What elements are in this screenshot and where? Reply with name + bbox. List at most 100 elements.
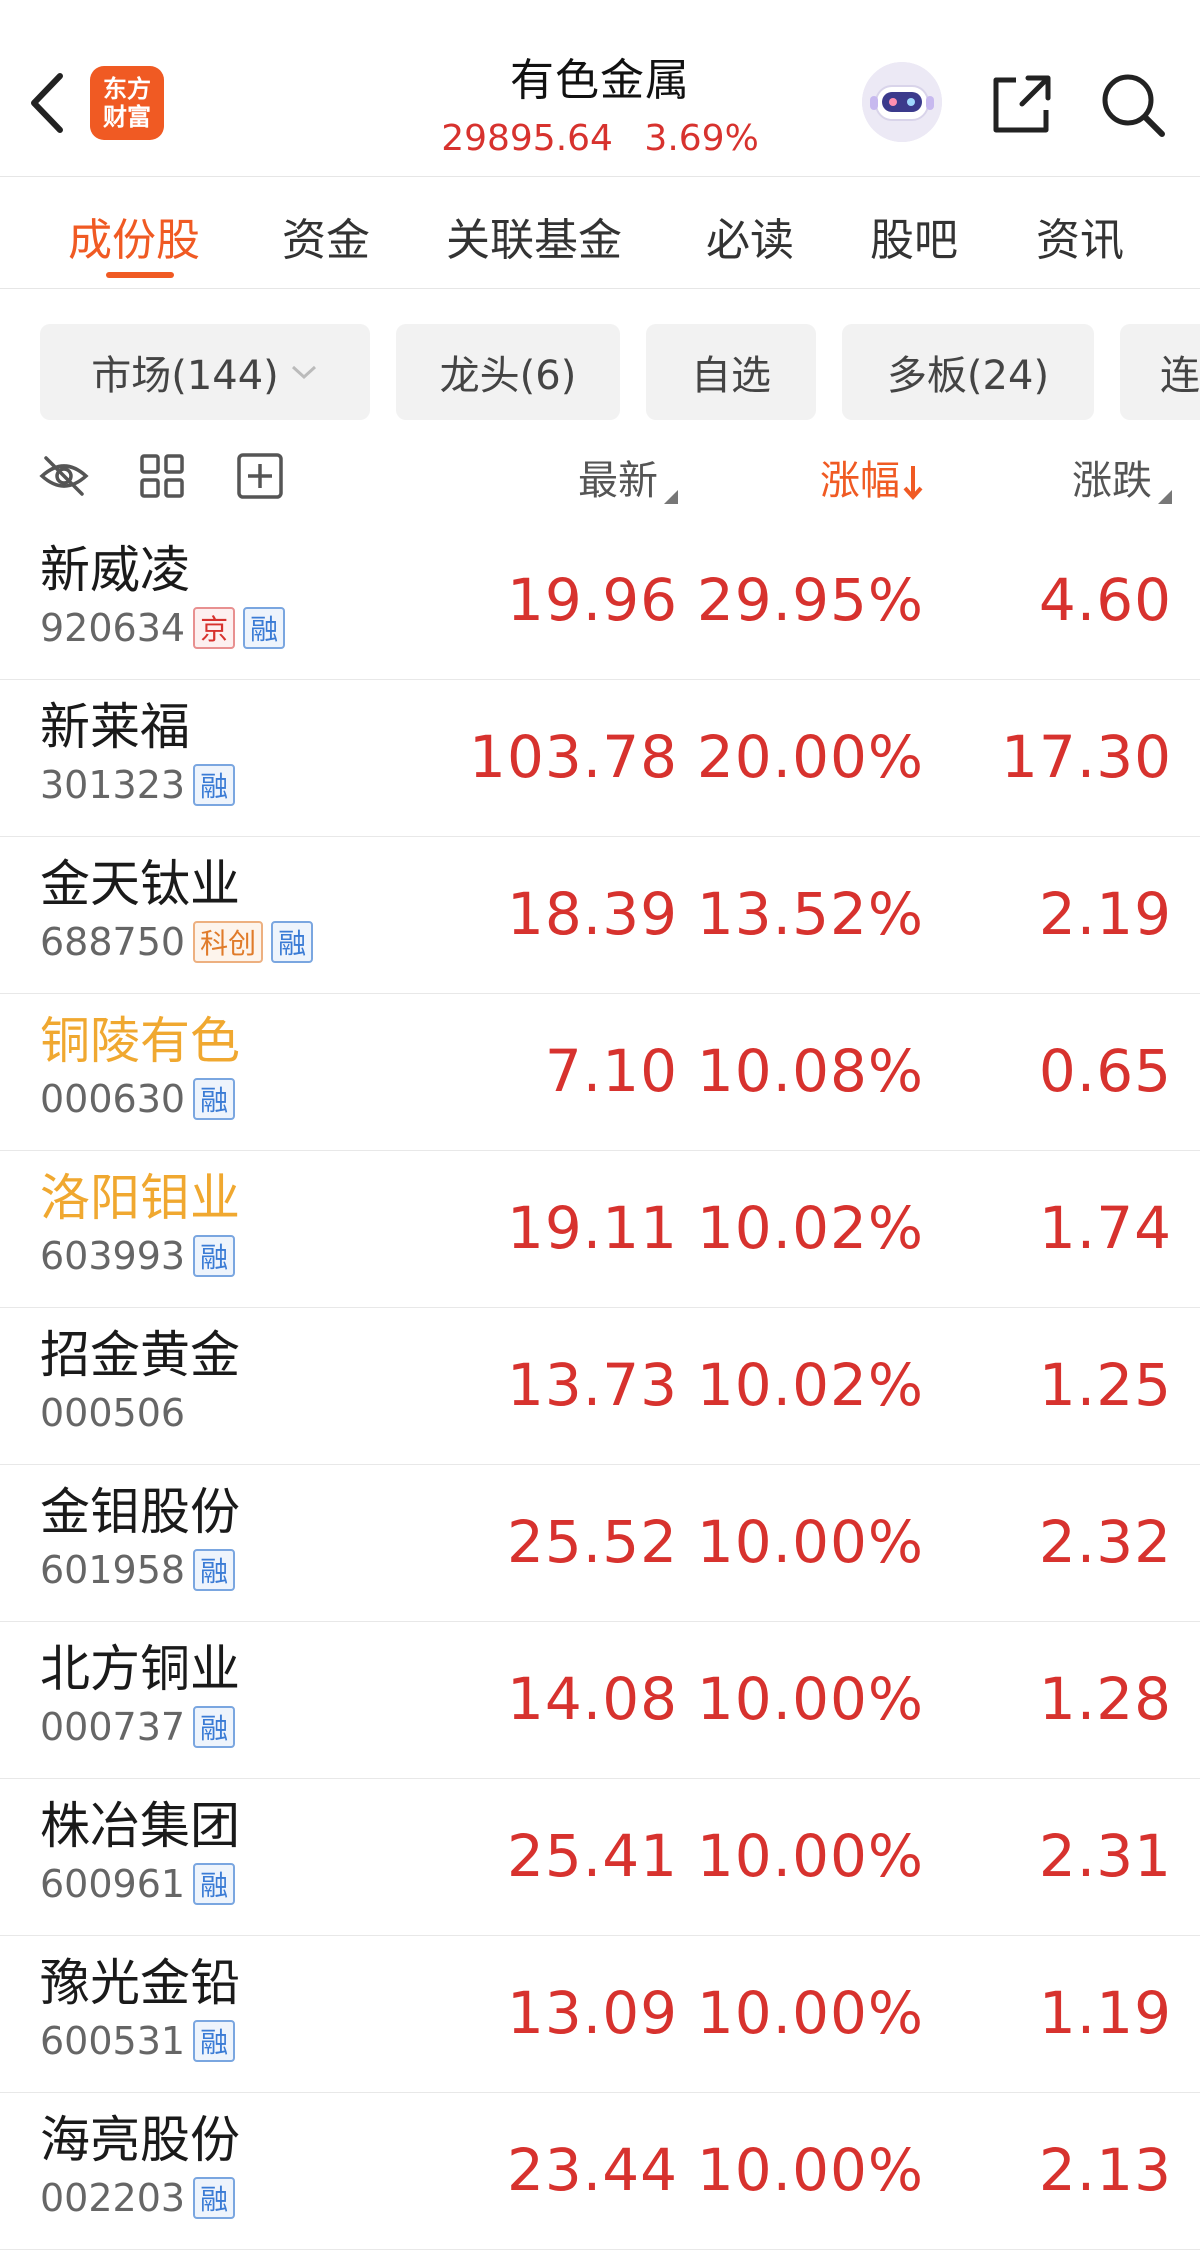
margin-tag: 融 bbox=[193, 1706, 236, 1748]
table-row[interactable]: 新威凌 920634 京融 19.96 29.95% 4.60 bbox=[0, 522, 1200, 680]
margin-tag: 融 bbox=[193, 764, 236, 806]
col-pct-label: 涨幅 bbox=[820, 458, 900, 504]
grid-view-icon[interactable] bbox=[136, 450, 188, 502]
stock-name: 铜陵有色 bbox=[40, 1012, 240, 1070]
assistant-robot-icon[interactable] bbox=[862, 62, 942, 142]
margin-tag: 融 bbox=[243, 607, 286, 649]
sort-desc-arrow-icon bbox=[903, 466, 923, 501]
chip-consecutive[interactable]: 连 bbox=[1120, 324, 1200, 420]
stock-name: 洛阳钼业 bbox=[40, 1169, 240, 1227]
add-column-icon[interactable] bbox=[234, 450, 286, 502]
latest-price: 19.11 bbox=[506, 1194, 678, 1262]
eye-hidden-icon[interactable] bbox=[38, 450, 90, 502]
top-bar: 东方 财富 有色金属 29895.64 3.69% bbox=[0, 0, 1200, 177]
tab-funds-flow[interactable]: 资金 bbox=[282, 204, 370, 268]
change-percent: 13.52% bbox=[696, 880, 924, 948]
latest-price: 14.08 bbox=[506, 1665, 678, 1733]
margin-tag: 融 bbox=[193, 1863, 236, 1905]
change-percent: 10.02% bbox=[696, 1351, 924, 1419]
change-amount: 1.28 bbox=[1038, 1665, 1172, 1733]
change-amount: 2.19 bbox=[1038, 880, 1172, 948]
table-row[interactable]: 洛阳钼业 603993 融 19.11 10.02% 1.74 bbox=[0, 1150, 1200, 1308]
change-amount: 17.30 bbox=[1000, 723, 1172, 791]
margin-tag: 融 bbox=[271, 921, 314, 963]
margin-tag: 融 bbox=[193, 1549, 236, 1591]
tab-related-funds[interactable]: 关联基金 bbox=[446, 204, 622, 268]
col-pct[interactable]: 涨幅 bbox=[820, 448, 924, 506]
back-arrow-icon[interactable] bbox=[22, 68, 72, 138]
stock-code-line: 301323 融 bbox=[40, 763, 236, 807]
stock-name: 豫光金铅 bbox=[40, 1954, 240, 2012]
change-percent: 29.95% bbox=[696, 566, 924, 634]
table-row[interactable]: 招金黄金 000506 13.73 10.02% 1.25 bbox=[0, 1307, 1200, 1465]
stock-code: 301323 bbox=[40, 763, 186, 807]
chip-market[interactable]: 市场(144) bbox=[40, 324, 370, 420]
table-row[interactable]: 铜陵有色 000630 融 7.10 10.08% 0.65 bbox=[0, 993, 1200, 1151]
page-title: 有色金属 bbox=[510, 55, 690, 106]
change-amount: 1.25 bbox=[1038, 1351, 1172, 1419]
logo-text-line1: 东方 bbox=[103, 75, 151, 103]
tab-constituents[interactable]: 成份股 bbox=[68, 204, 200, 268]
stock-name: 招金黄金 bbox=[40, 1326, 240, 1384]
latest-price: 19.96 bbox=[506, 566, 678, 634]
app-logo[interactable]: 东方 财富 bbox=[90, 66, 164, 140]
index-change: 3.69% bbox=[644, 118, 759, 159]
table-row[interactable]: 新莱福 301323 融 103.78 20.00% 17.30 bbox=[0, 679, 1200, 837]
change-amount: 4.60 bbox=[1038, 566, 1172, 634]
robot-face-icon bbox=[862, 62, 942, 142]
table-row[interactable]: 株冶集团 600961 融 25.41 10.00% 2.31 bbox=[0, 1778, 1200, 1936]
chip-multi-board[interactable]: 多板(24) bbox=[842, 324, 1094, 420]
change-amount: 2.32 bbox=[1038, 1508, 1172, 1576]
stock-code: 920634 bbox=[40, 606, 186, 650]
bse-tag: 京 bbox=[193, 607, 236, 649]
column-header: 最新 涨幅 涨跌 bbox=[0, 430, 1200, 522]
table-row[interactable]: 金钼股份 601958 融 25.52 10.00% 2.32 bbox=[0, 1464, 1200, 1622]
col-chg[interactable]: 涨跌 bbox=[1072, 448, 1172, 506]
stock-code: 601958 bbox=[40, 1548, 186, 1592]
stock-name: 金钼股份 bbox=[40, 1483, 240, 1541]
tab-forum[interactable]: 股吧 bbox=[870, 204, 958, 268]
change-percent: 10.08% bbox=[696, 1037, 924, 1105]
chip-market-label: 市场(144) bbox=[91, 353, 279, 399]
change-amount: 2.31 bbox=[1038, 1822, 1172, 1890]
change-amount: 1.19 bbox=[1038, 1979, 1172, 2047]
stock-code: 603993 bbox=[40, 1234, 186, 1278]
stock-code: 000737 bbox=[40, 1705, 186, 1749]
change-amount: 1.74 bbox=[1038, 1194, 1172, 1262]
change-percent: 10.02% bbox=[696, 1194, 924, 1262]
col-latest[interactable]: 最新 bbox=[578, 448, 678, 506]
chip-watchlist[interactable]: 自选 bbox=[646, 324, 816, 420]
index-value: 29895.64 bbox=[441, 118, 613, 159]
filter-chips: 市场(144) 龙头(6) 自选 多板(24) 连 bbox=[0, 288, 1200, 430]
stock-code-line: 603993 融 bbox=[40, 1234, 236, 1278]
stock-name: 株冶集团 bbox=[40, 1797, 240, 1855]
chip-leaders[interactable]: 龙头(6) bbox=[396, 324, 620, 420]
stock-code-line: 000630 融 bbox=[40, 1077, 236, 1121]
tab-bar: 成份股 资金 关联基金 必读 股吧 资讯 bbox=[0, 176, 1200, 289]
stock-code: 000630 bbox=[40, 1077, 186, 1121]
margin-tag: 融 bbox=[193, 1078, 236, 1120]
latest-price: 25.41 bbox=[506, 1822, 678, 1890]
tab-news[interactable]: 资讯 bbox=[1036, 204, 1124, 268]
table-row[interactable]: 金天钛业 688750 科创融 18.39 13.52% 2.19 bbox=[0, 836, 1200, 994]
change-percent: 10.00% bbox=[696, 1665, 924, 1733]
col-chg-label: 涨跌 bbox=[1072, 458, 1152, 504]
star-market-tag: 科创 bbox=[193, 921, 264, 963]
index-quote: 29895.64 3.69% bbox=[380, 118, 820, 159]
stock-name: 新威凌 bbox=[40, 541, 190, 599]
margin-tag: 融 bbox=[193, 2020, 236, 2062]
stock-name: 海亮股份 bbox=[40, 2111, 240, 2169]
tab-must-read[interactable]: 必读 bbox=[706, 204, 794, 268]
stock-code: 002203 bbox=[40, 2176, 186, 2220]
stock-code: 688750 bbox=[40, 920, 186, 964]
stock-code-line: 000737 融 bbox=[40, 1705, 236, 1749]
search-icon[interactable] bbox=[1098, 70, 1168, 140]
stock-code: 600961 bbox=[40, 1862, 186, 1906]
change-percent: 10.00% bbox=[696, 1979, 924, 2047]
share-icon[interactable] bbox=[986, 70, 1056, 140]
latest-price: 7.10 bbox=[544, 1037, 678, 1105]
table-row[interactable]: 北方铜业 000737 融 14.08 10.00% 1.28 bbox=[0, 1621, 1200, 1779]
table-row[interactable]: 豫光金铅 600531 融 13.09 10.00% 1.19 bbox=[0, 1935, 1200, 2093]
table-row[interactable]: 海亮股份 002203 融 23.44 10.00% 2.13 bbox=[0, 2092, 1200, 2250]
stock-code-line: 002203 融 bbox=[40, 2176, 236, 2220]
